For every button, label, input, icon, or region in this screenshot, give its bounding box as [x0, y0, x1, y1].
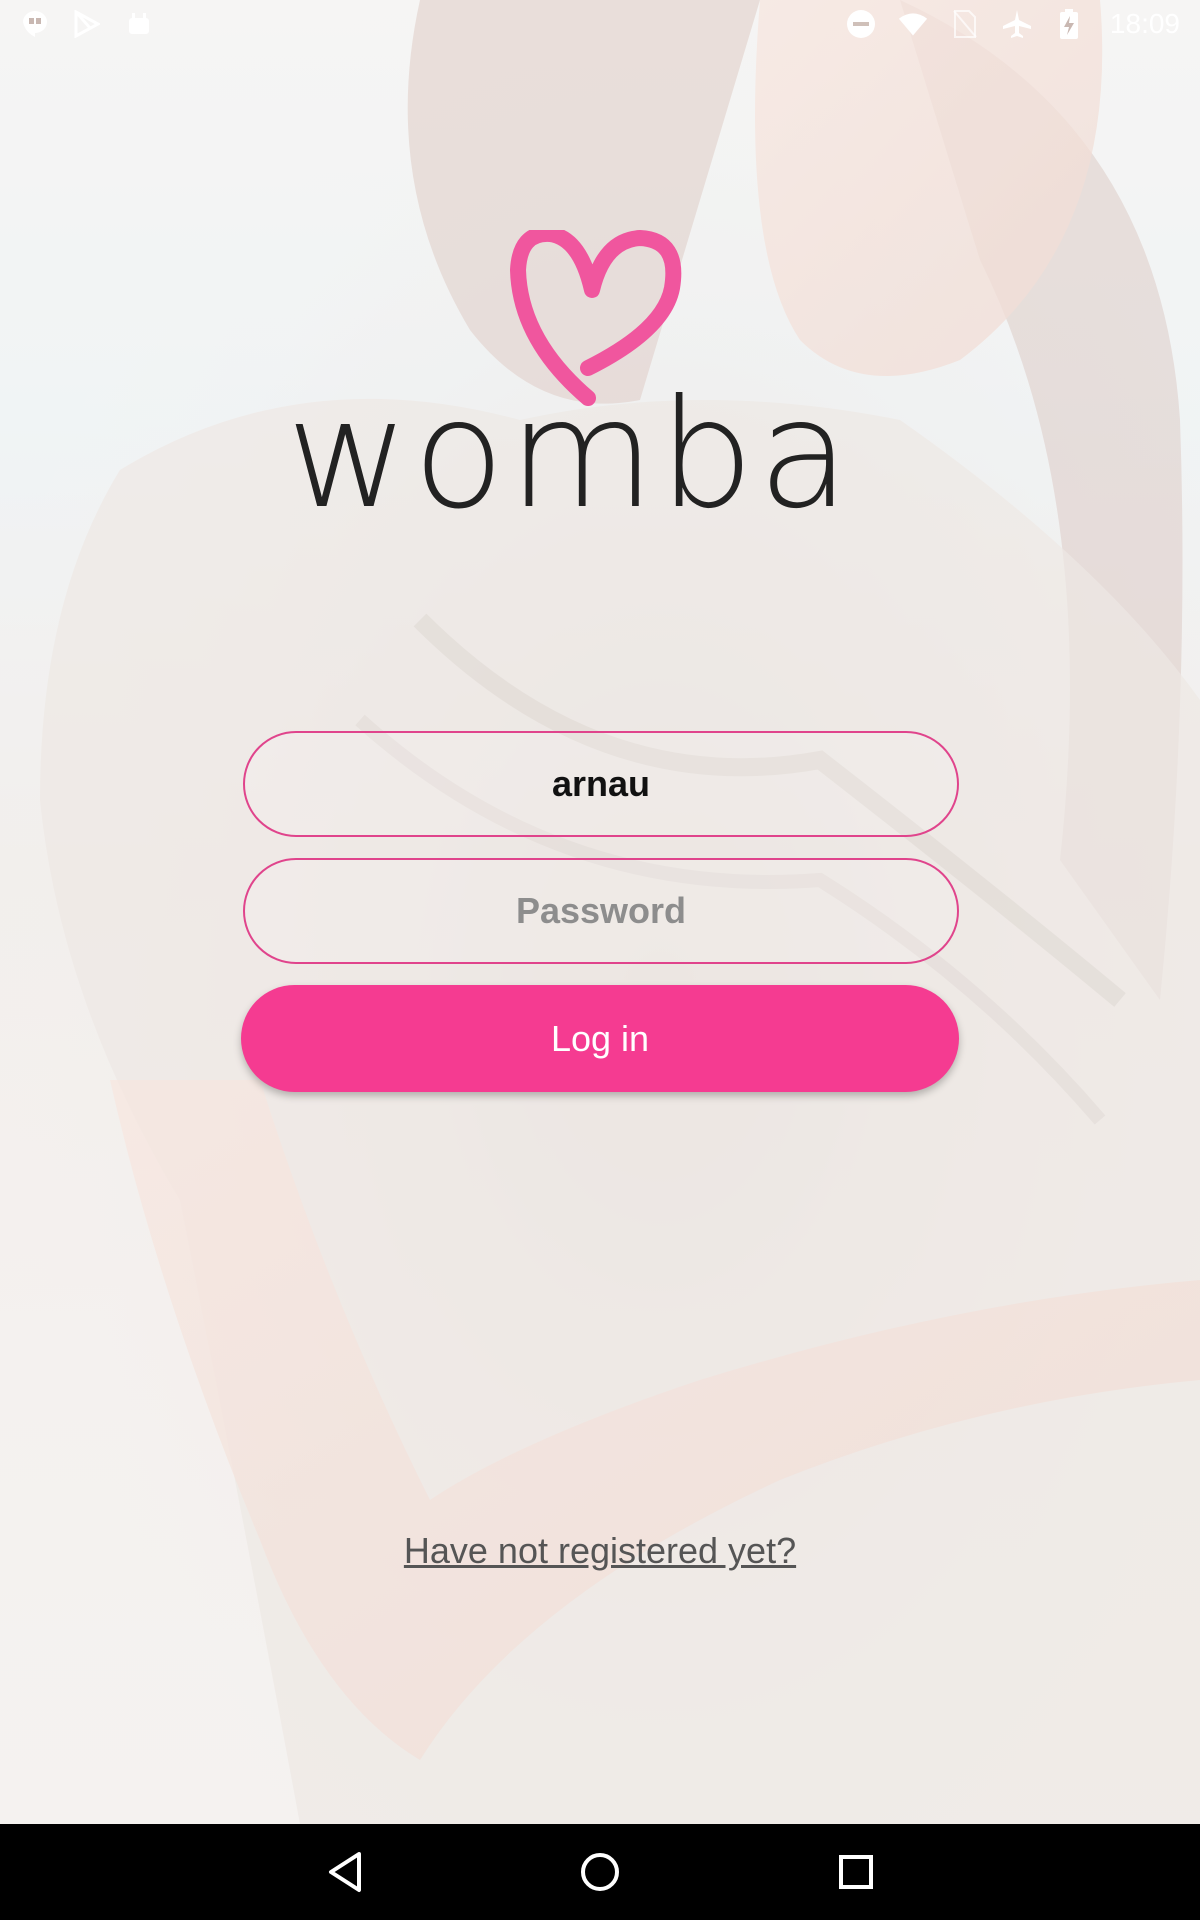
status-bar-left — [20, 9, 154, 39]
no-sim-icon — [950, 9, 980, 39]
username-input[interactable] — [278, 762, 924, 806]
battery-charging-icon — [1054, 9, 1084, 39]
back-icon[interactable] — [311, 1838, 379, 1906]
home-icon[interactable] — [566, 1838, 634, 1906]
login-screen: 18:09 womba Log in Have not registered y… — [0, 0, 1200, 1920]
navigation-bar — [0, 1824, 1200, 1920]
do-not-disturb-icon — [846, 9, 876, 39]
airplane-mode-icon — [1002, 9, 1032, 39]
play-store-icon — [72, 9, 102, 39]
password-field[interactable] — [243, 858, 959, 964]
register-link[interactable]: Have not registered yet? — [0, 1530, 1200, 1572]
womba-logo: womba — [270, 230, 870, 590]
status-bar-right: 18:09 — [846, 8, 1180, 40]
hangouts-icon — [20, 9, 50, 39]
recents-icon[interactable] — [822, 1838, 890, 1906]
logo-wordmark: womba — [286, 368, 854, 542]
username-field[interactable] — [243, 731, 959, 837]
status-bar: 18:09 — [0, 0, 1200, 48]
android-icon — [124, 9, 154, 39]
password-input[interactable] — [278, 889, 924, 933]
login-button[interactable]: Log in — [241, 985, 959, 1092]
wifi-icon — [898, 9, 928, 39]
status-time: 18:09 — [1109, 8, 1180, 39]
